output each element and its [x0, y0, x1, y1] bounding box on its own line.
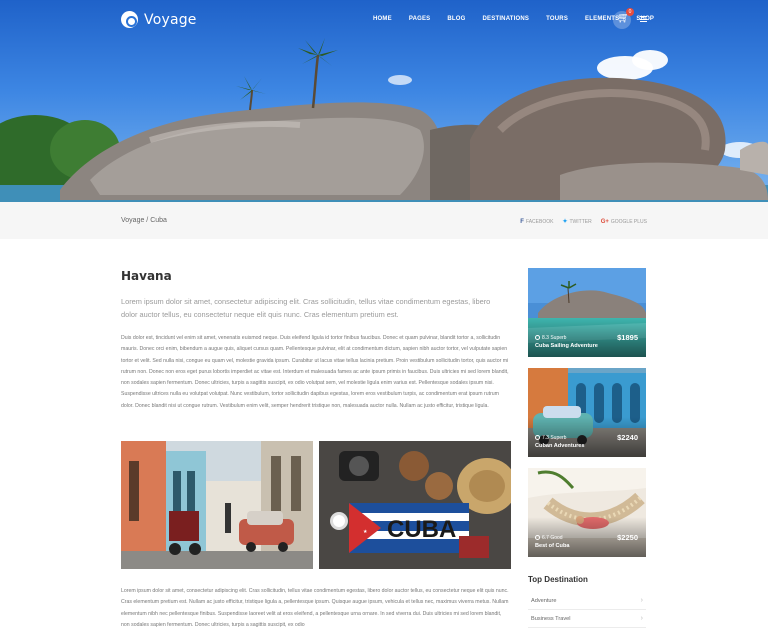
hamburger-menu-icon[interactable] — [640, 16, 647, 22]
nav-item-destinations[interactable]: DESTINATIONS — [483, 16, 530, 22]
destination-label: Business Travel — [531, 615, 571, 622]
share-google-label: GOOGLE PLUS — [610, 218, 647, 225]
article-body-continued: Lorem ipsum dolor sit amet, consectetur … — [121, 588, 509, 628]
tour-price: $1895 — [617, 333, 638, 342]
cart-button[interactable]: 🛒︎ 0 — [613, 8, 634, 29]
nav-item-tours[interactable]: TOURS — [546, 16, 568, 22]
destination-label: Adventure — [531, 597, 557, 604]
facebook-icon: f — [520, 218, 524, 225]
tour-card[interactable]: 6.7 Good Best of Cuba $2250 — [528, 468, 646, 557]
share-facebook[interactable]: f FACEBOOK — [520, 218, 553, 225]
nav-item-blog[interactable]: BLOG — [447, 16, 465, 22]
twitter-icon: ✦ — [562, 219, 568, 225]
destination-list: Adventure › Business Travel › — [528, 592, 646, 628]
hero-banner: Voyage HOME PAGES BLOG DESTINATIONS TOUR… — [0, 0, 768, 202]
article-lead: Lorem ipsum dolor sit amet, consectetur … — [121, 297, 491, 319]
tour-name: Cuban Adventures — [535, 443, 585, 449]
page-title: Havana — [121, 269, 172, 283]
destination-item-adventure[interactable]: Adventure › — [528, 592, 646, 610]
nav-item-home[interactable]: HOME — [373, 16, 392, 22]
nav-item-pages[interactable]: PAGES — [409, 16, 431, 22]
share-twitter[interactable]: ✦ TWITTER — [562, 218, 592, 226]
share-facebook-label: FACEBOOK — [525, 218, 554, 225]
tour-price: $2250 — [617, 533, 638, 542]
rating-icon — [535, 435, 540, 440]
tour-card[interactable]: 8.3 Superb Cuba Sailing Adventure $1895 — [528, 268, 646, 357]
breadcrumb-bar: Voyage / Cuba f FACEBOOK ✦ TWITTER G+ GO… — [0, 202, 768, 239]
rating-icon — [535, 335, 540, 340]
havana-street-photo — [121, 441, 313, 569]
google-plus-icon: G+ — [600, 218, 609, 225]
destination-item-business-travel[interactable]: Business Travel › — [528, 610, 646, 628]
tour-price: $2240 — [617, 433, 638, 442]
breadcrumb[interactable]: Voyage / Cuba — [121, 217, 167, 224]
rating-icon — [535, 535, 540, 540]
top-destination-title: Top Destination — [528, 575, 588, 584]
brand-name: Voyage — [144, 11, 197, 28]
cart-count-badge: 0 — [626, 8, 634, 16]
chevron-right-icon: › — [640, 597, 643, 604]
cuba-lettering: CUBA — [387, 516, 456, 543]
share-google-plus[interactable]: G+ GOOGLE PLUS — [601, 218, 647, 225]
hero-landscape-image — [0, 38, 768, 202]
camera-icon — [121, 11, 138, 28]
share-links: f FACEBOOK ✦ TWITTER G+ GOOGLE PLUS — [520, 218, 647, 226]
tour-card[interactable]: 7.3 Superb Cuban Adventures $2240 — [528, 368, 646, 457]
sidebar: 8.3 Superb Cuba Sailing Adventure $1895 … — [528, 268, 646, 628]
brand-logo[interactable]: Voyage — [121, 11, 197, 28]
tour-rating: 6.7 Good — [535, 535, 563, 541]
share-twitter-label: TWITTER — [569, 218, 592, 225]
tour-rating: 8.3 Superb — [535, 335, 566, 341]
cuba-travel-items-photo: ★ CUBA — [319, 441, 511, 569]
svg-text:★: ★ — [363, 529, 368, 535]
tour-name: Cuba Sailing Adventure — [535, 343, 598, 349]
tour-name: Best of Cuba — [535, 543, 570, 549]
tour-rating: 7.3 Superb — [535, 435, 566, 441]
chevron-right-icon: › — [640, 615, 643, 622]
article-body: Duis dolor est, tincidunt vel enim sit a… — [121, 335, 509, 409]
